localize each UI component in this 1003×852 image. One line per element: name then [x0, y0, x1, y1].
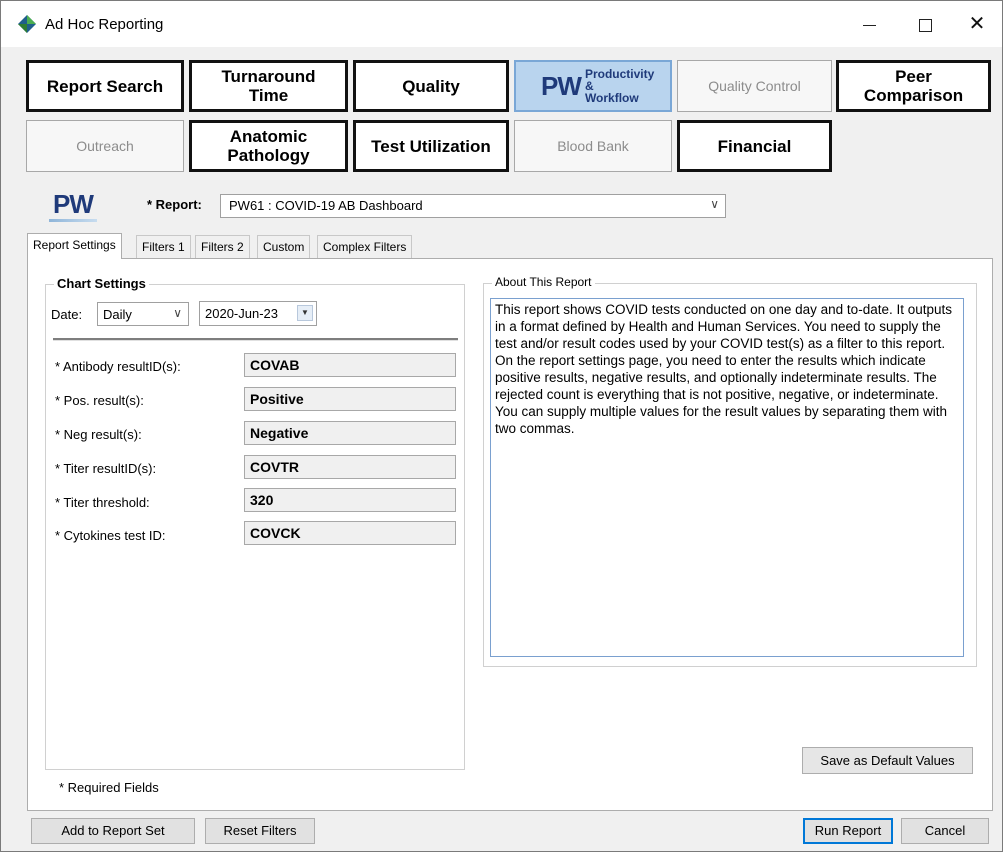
peer-comparison-label: Peer Comparison: [863, 67, 964, 105]
quality-control-button[interactable]: Quality Control: [677, 60, 832, 112]
run-report-button[interactable]: Run Report: [803, 818, 893, 844]
minimize-button[interactable]: [849, 9, 889, 39]
chevron-down-icon: ∨: [710, 197, 719, 211]
app-diamond-icon: [18, 15, 36, 33]
tab-filters-2[interactable]: Filters 2: [195, 235, 250, 259]
turnaround-time-label: Turnaround Time: [221, 67, 316, 105]
titer-threshold-input[interactable]: 320: [244, 488, 456, 512]
cytokines-test-input[interactable]: COVCK: [244, 521, 456, 545]
peer-comparison-button[interactable]: Peer Comparison: [836, 60, 991, 112]
titer-result-label: * Titer resultID(s):: [55, 461, 157, 476]
cancel-button[interactable]: Cancel: [901, 818, 989, 844]
close-icon: ✕: [968, 13, 986, 35]
antibody-result-label: * Antibody resultID(s):: [55, 359, 181, 374]
maximize-icon: [918, 18, 932, 32]
pos-result-input[interactable]: Positive: [244, 387, 456, 411]
neg-result-input[interactable]: Negative: [244, 421, 456, 445]
report-label: * Report:: [147, 197, 202, 212]
window-title: Ad Hoc Reporting: [45, 16, 164, 33]
date-picker-value: 2020-Jun-23: [205, 306, 278, 321]
report-search-button[interactable]: Report Search: [26, 60, 184, 112]
settings-divider: [53, 338, 458, 341]
minimize-icon: [862, 24, 876, 26]
reset-filters-button[interactable]: Reset Filters: [205, 818, 315, 844]
report-search-label: Report Search: [46, 76, 164, 96]
pw-logo-underline: [49, 219, 97, 222]
cytokines-test-label: * Cytokines test ID:: [55, 528, 166, 543]
quality-button[interactable]: Quality: [353, 60, 509, 112]
about-report-title: About This Report: [492, 275, 595, 289]
chart-settings-title: Chart Settings: [54, 276, 149, 291]
quality-label: Quality: [402, 76, 460, 96]
financial-label: Financial: [717, 136, 792, 156]
title-bar: Ad Hoc Reporting ✕: [1, 1, 1002, 47]
test-utilization-label: Test Utilization: [371, 136, 491, 156]
titer-threshold-label: * Titer threshold:: [55, 495, 150, 510]
save-default-values-button[interactable]: Save as Default Values: [802, 747, 973, 774]
add-to-report-set-button[interactable]: Add to Report Set: [31, 818, 195, 844]
blood-bank-label: Blood Bank: [557, 137, 629, 154]
quality-control-label: Quality Control: [708, 77, 801, 94]
test-utilization-button[interactable]: Test Utilization: [353, 120, 509, 172]
anatomic-pathology-button[interactable]: Anatomic Pathology: [189, 120, 348, 172]
date-period-value: Daily: [103, 307, 132, 322]
pw-logo: PW: [53, 189, 94, 219]
neg-result-label: * Neg result(s):: [55, 427, 142, 442]
ad-hoc-reporting-window: Ad Hoc Reporting ✕ Report Search Turnaro…: [0, 0, 1003, 852]
required-fields-note: * Required Fields: [59, 780, 159, 795]
outreach-button[interactable]: Outreach: [26, 120, 184, 172]
productivity-workflow-label: Productivity & Workflow: [584, 67, 655, 105]
calendar-dropdown-icon[interactable]: ▼: [297, 305, 313, 321]
turnaround-time-button[interactable]: Turnaround Time: [189, 60, 348, 112]
blood-bank-button[interactable]: Blood Bank: [514, 120, 672, 172]
financial-button[interactable]: Financial: [677, 120, 832, 172]
titer-result-input[interactable]: COVTR: [244, 455, 456, 479]
report-select[interactable]: PW61 : COVID-19 AB Dashboard ∨: [220, 194, 726, 218]
pw-logo-icon: PW: [541, 70, 582, 101]
report-select-value: PW61 : COVID-19 AB Dashboard: [229, 198, 423, 213]
maximize-button[interactable]: [905, 9, 945, 39]
date-picker[interactable]: 2020-Jun-23 ▼: [199, 301, 317, 326]
tab-report-settings[interactable]: Report Settings: [27, 233, 122, 259]
pos-result-label: * Pos. result(s):: [55, 393, 144, 408]
productivity-workflow-button[interactable]: PW Productivity & Workflow: [514, 60, 672, 112]
antibody-result-input[interactable]: COVAB: [244, 353, 456, 377]
tab-complex-filters[interactable]: Complex Filters: [317, 235, 413, 259]
close-button[interactable]: ✕: [957, 9, 997, 39]
tab-custom[interactable]: Custom: [257, 235, 311, 259]
outreach-label: Outreach: [76, 137, 134, 154]
tab-filters-1[interactable]: Filters 1: [136, 235, 191, 259]
date-label: Date:: [51, 307, 83, 322]
date-period-select[interactable]: Daily ∨: [97, 302, 189, 326]
about-report-text[interactable]: This report shows COVID tests conducted …: [490, 298, 964, 657]
chevron-down-icon: ∨: [173, 306, 182, 320]
anatomic-pathology-label: Anatomic Pathology: [227, 127, 310, 165]
